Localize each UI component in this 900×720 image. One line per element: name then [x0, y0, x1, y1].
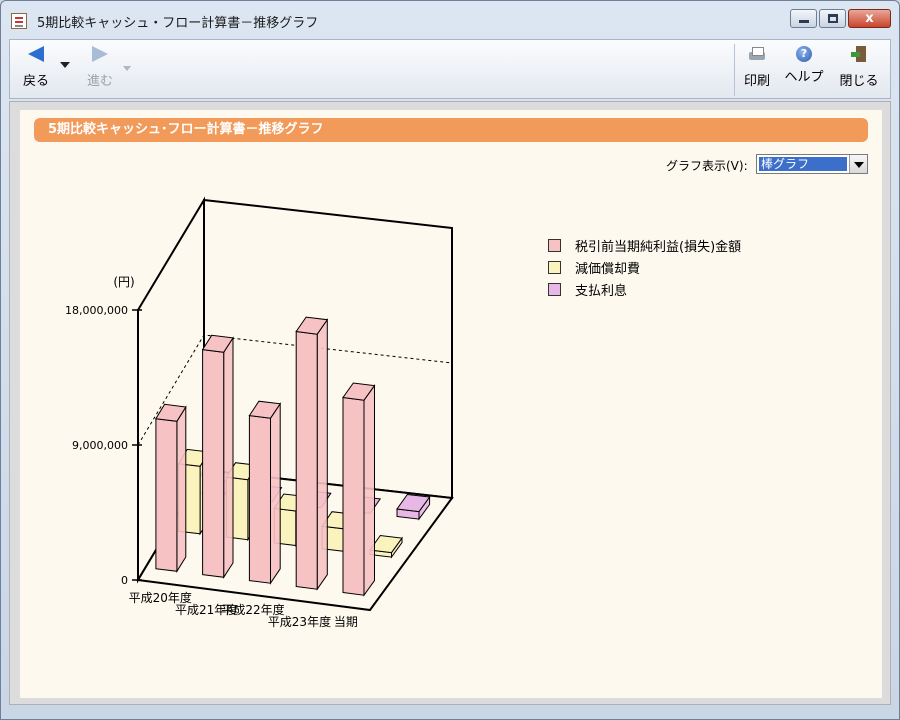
bar-front	[342, 396, 365, 596]
legend-swatch-3	[548, 282, 561, 296]
close-button[interactable]: 閉じる	[836, 46, 882, 89]
forward-dropdown-icon[interactable]	[123, 66, 131, 71]
graph-type-label: グラフ表示(V):	[666, 159, 748, 173]
app-window: 5期比較キャッシュ・フロー計算書－推移グラフ x 戻る 進む 印刷 ? ヘルプ	[0, 0, 900, 720]
legend-item: 税引前当期純利益(損失)金額	[548, 234, 741, 256]
legend-swatch-2	[548, 260, 561, 274]
legend-label-3: 支払利息	[575, 283, 628, 299]
graph-type-value: 棒グラフ	[759, 157, 847, 171]
close-window-button[interactable]: x	[848, 9, 891, 28]
bar-front	[295, 330, 318, 590]
help-button[interactable]: ? ヘルプ	[782, 46, 826, 85]
bar-chart: 18,000,0009,000,0000(円)平成20年度平成21年度平成22年…	[65, 196, 454, 629]
toolbar: 戻る 進む 印刷 ? ヘルプ 閉じる	[9, 39, 891, 99]
legend-label-1: 税引前当期純利益(損失)金額	[575, 239, 742, 255]
content-area: 5期比較キャッシュ･フロー計算書－推移グラフ グラフ表示(V): 棒グラフ 18…	[9, 101, 891, 705]
minimize-icon	[799, 20, 809, 23]
printer-icon	[748, 46, 766, 62]
y-tick-label: 9,000,000	[72, 439, 128, 452]
bar-front	[202, 349, 225, 578]
close-icon: x	[865, 11, 874, 26]
graph-panel: 5期比較キャッシュ･フロー計算書－推移グラフ グラフ表示(V): 棒グラフ 18…	[20, 110, 882, 698]
print-label: 印刷	[743, 74, 770, 89]
chevron-down-icon[interactable]	[849, 155, 867, 173]
forward-label: 進む	[86, 74, 113, 89]
y-tick-label: 0	[121, 574, 128, 587]
legend-item: 支払利息	[548, 278, 741, 300]
chart-legend: 税引前当期純利益(損失)金額 減価償却費 支払利息	[548, 234, 741, 300]
forward-button[interactable]: 進む	[82, 46, 118, 89]
bar-side	[363, 384, 375, 597]
bar-front	[248, 415, 271, 584]
y-tick-label: 18,000,000	[65, 304, 128, 317]
back-button[interactable]: 戻る	[18, 46, 54, 89]
back-label: 戻る	[22, 74, 49, 89]
bar-front	[155, 418, 178, 572]
arrow-right-icon	[92, 46, 108, 62]
exit-icon	[851, 46, 867, 62]
maximize-button[interactable]	[819, 9, 846, 28]
bar-side	[223, 336, 234, 579]
close-label: 閉じる	[839, 74, 879, 89]
bar-side	[176, 405, 187, 574]
legend-item: 減価償却費	[548, 256, 741, 278]
window-controls: x	[790, 9, 891, 28]
y-unit-label: (円)	[113, 275, 134, 289]
help-icon: ?	[796, 46, 812, 62]
toolbar-separator	[734, 44, 735, 96]
window-title: 5期比較キャッシュ・フロー計算書－推移グラフ	[37, 16, 319, 31]
bar-side	[316, 318, 328, 591]
print-button[interactable]: 印刷	[740, 46, 774, 89]
bar-side	[270, 402, 281, 585]
x-tick-label: 当期	[334, 615, 358, 629]
legend-swatch-1	[548, 238, 561, 252]
minimize-button[interactable]	[790, 9, 817, 28]
x-tick-label: 平成23年度	[268, 614, 331, 629]
arrow-left-icon	[28, 46, 44, 62]
help-label: ヘルプ	[784, 70, 824, 85]
legend-label-2: 減価償却費	[575, 261, 641, 277]
maximize-icon	[828, 14, 838, 23]
graph-type-select[interactable]: 棒グラフ	[756, 154, 868, 174]
app-icon	[11, 13, 27, 29]
back-dropdown-icon[interactable]	[60, 62, 70, 68]
title-bar: 5期比較キャッシュ・フロー計算書－推移グラフ x	[1, 1, 899, 39]
